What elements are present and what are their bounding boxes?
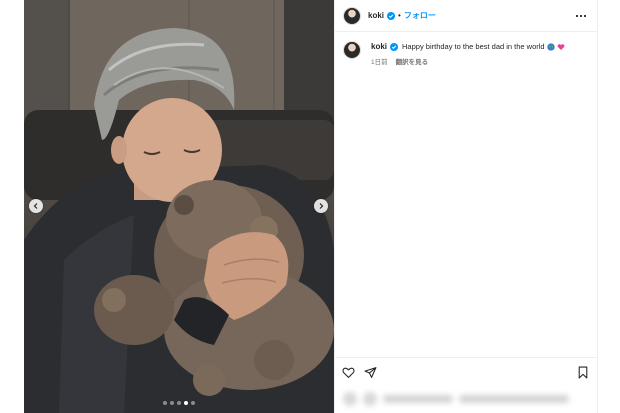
caption-body: koki Happy birthday to the best dad in t…	[371, 41, 565, 66]
caption-author-avatar[interactable]	[343, 41, 361, 59]
heart-icon[interactable]	[342, 366, 355, 384]
heart-emoji-icon	[557, 43, 565, 51]
carousel-dot	[163, 401, 167, 405]
bookmark-icon[interactable]	[577, 366, 589, 384]
verified-badge-icon	[390, 43, 399, 51]
post-header: koki • フォロー	[335, 0, 597, 32]
chevron-left-icon	[33, 203, 38, 209]
blurred-likes-row	[335, 384, 605, 413]
caption-comment: koki Happy birthday to the best dad in t…	[343, 41, 589, 66]
blurred-text	[459, 394, 569, 403]
chevron-right-icon	[319, 203, 324, 209]
more-options-icon[interactable]	[575, 9, 587, 27]
carousel-dot	[170, 401, 174, 405]
author-username[interactable]: koki	[368, 11, 384, 20]
caption-text: Happy birthday to the best dad in the wo…	[402, 42, 545, 51]
post-photo[interactable]	[24, 0, 334, 413]
author-avatar[interactable]	[343, 6, 361, 25]
carousel-dot	[184, 401, 188, 405]
header-separator: •	[398, 11, 401, 20]
translate-link[interactable]: 翻訳を見る	[396, 56, 429, 66]
photo-illustration	[24, 0, 334, 413]
carousel-dot	[191, 401, 195, 405]
caption-line: koki Happy birthday to the best dad in t…	[371, 41, 565, 53]
carousel-next-button[interactable]	[314, 199, 328, 213]
caption-meta: 1日前 翻訳を見る	[371, 56, 565, 66]
post-time: 1日前	[371, 59, 388, 66]
carousel-dots	[24, 401, 334, 405]
carousel-dot	[177, 401, 181, 405]
verified-badge-icon	[387, 11, 396, 20]
carousel-prev-button[interactable]	[29, 199, 43, 213]
globe-emoji-icon	[546, 43, 555, 51]
send-icon[interactable]	[364, 366, 377, 384]
blurred-avatar	[363, 391, 377, 406]
caption-username[interactable]: koki	[371, 41, 387, 53]
follow-button[interactable]: フォロー	[404, 10, 436, 21]
blurred-text	[383, 394, 453, 403]
blurred-avatar	[343, 391, 357, 406]
post-sidebar: koki • フォロー koki Happy birthday to the b…	[334, 0, 598, 413]
